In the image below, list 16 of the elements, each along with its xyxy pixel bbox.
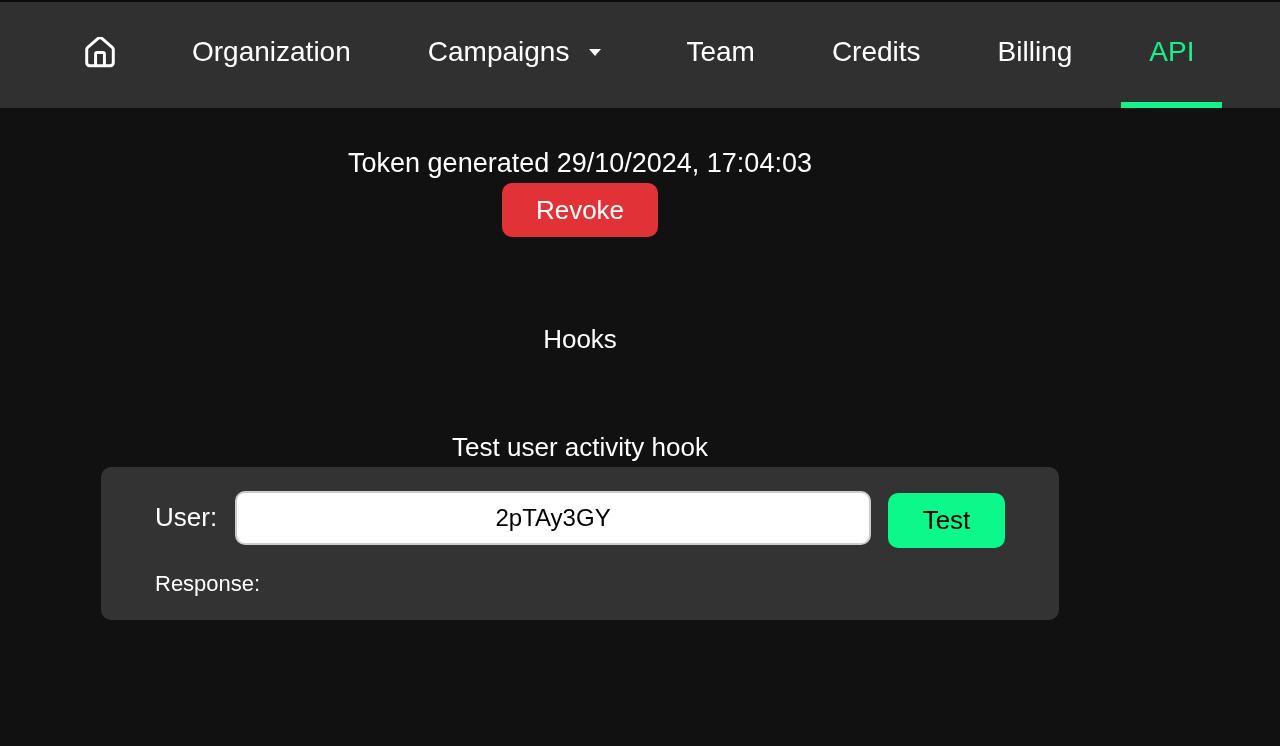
nav-tab[interactable]: Campaigns	[399, 2, 638, 108]
response-label: Response:	[155, 570, 261, 598]
caret-icon	[589, 48, 602, 56]
nav-tab[interactable]: Credits	[803, 2, 949, 108]
token-status-text: Token generated 29/10/2024, 17:04:03	[348, 148, 812, 178]
nav-tab[interactable]: API	[1121, 2, 1223, 108]
user-field[interactable]: 2pTAy3GY	[235, 490, 871, 545]
section-heading: Hooks	[543, 324, 617, 354]
test-button[interactable]: Test	[888, 493, 1005, 548]
section-heading: Test user activity hook	[452, 432, 708, 462]
nav-tab[interactable]: Team	[658, 2, 783, 108]
nav-tab[interactable]: Organization	[164, 2, 379, 108]
revoke-button[interactable]: Revoke	[502, 183, 658, 237]
nav-tab[interactable]: Billing	[969, 2, 1101, 108]
home-icon	[85, 36, 115, 68]
user-label: User:	[155, 501, 218, 534]
